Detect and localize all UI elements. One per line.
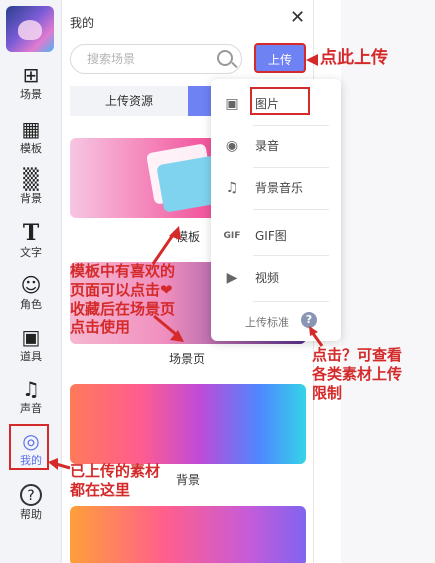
divider: [253, 301, 329, 302]
sidebar-item-sound[interactable]: ♫ 声音: [0, 376, 62, 428]
image-icon: ▣: [225, 96, 239, 112]
search-input[interactable]: [87, 45, 217, 73]
annotation-line: 各类素材上传: [312, 364, 403, 383]
character-icon: ☺: [20, 273, 42, 297]
arrow-icon: [48, 458, 71, 470]
arrow-icon: [153, 314, 184, 342]
menu-item-label: 录音: [255, 139, 280, 153]
menu-item-label: 背景音乐: [255, 181, 304, 195]
canvas-area: [341, 0, 435, 563]
background-icon: ▒: [23, 167, 39, 191]
sidebar-item-label: 文字: [20, 246, 42, 259]
menu-item-record[interactable]: ◉ 录音: [211, 125, 341, 167]
sidebar-item-label: 角色: [20, 298, 42, 311]
menu-item-label: GIF图: [255, 229, 287, 243]
sidebar-item-scene[interactable]: ⊞ 场景: [0, 62, 62, 114]
annotation-line: 页面可以点击❤: [70, 280, 173, 299]
annotation-line: 已上传的素材: [70, 462, 161, 480]
divider: [253, 209, 329, 210]
sidebar-item-label: 帮助: [20, 508, 42, 521]
upload-standard-label: 上传标准: [245, 316, 289, 329]
arrow-icon: [306, 54, 318, 66]
sidebar-item-label: 场景: [20, 88, 42, 101]
app-logo: [6, 6, 54, 52]
sidebar-item-label: 背景: [20, 192, 42, 205]
asset-card-background[interactable]: [70, 384, 306, 464]
sidebar-item-background[interactable]: ▒ 背景: [0, 166, 62, 218]
sidebar-item-help[interactable]: ? 帮助: [0, 482, 62, 534]
template-icon: ▦: [21, 117, 41, 141]
sidebar-item-text[interactable]: T 文字: [0, 220, 62, 272]
annotation-line: 都在这里: [70, 480, 131, 499]
video-icon: ▶: [226, 270, 238, 286]
gif-icon: GIF: [223, 231, 241, 241]
arrow-icon: [151, 226, 181, 265]
asset-card-label: 背景: [176, 473, 201, 487]
search-box: [70, 44, 242, 74]
help-icon: ?: [20, 484, 42, 506]
menu-item-video[interactable]: ▶ 视频: [211, 257, 341, 299]
arrow-icon: [309, 326, 324, 347]
tab-upload-resources[interactable]: 上传资源: [70, 86, 188, 116]
sidebar-item-label: 道具: [20, 350, 42, 363]
panel-title: 我的: [70, 16, 95, 30]
close-icon[interactable]: ✕: [290, 8, 305, 28]
highlight-box-my: [9, 424, 49, 470]
left-sidebar: ⊞ 场景 ▦ 模板 ▒ 背景 T 文字 ☺ 角色 ▣ 道具 ♫ 声音 ◎ 我的 …: [0, 0, 62, 563]
upload-button[interactable]: 上传: [254, 43, 306, 73]
annotation-line: 点击？可查看: [312, 346, 403, 364]
music-icon: ♫: [225, 180, 239, 196]
menu-item-label: 视频: [255, 271, 280, 285]
upload-dropdown-menu: ▣ 图片 ◉ 录音 ♫ 背景音乐 GIF GIF图 ▶ 视频 上传标准 ?: [211, 79, 341, 341]
sidebar-item-label: 模板: [20, 142, 42, 155]
asset-card-label: 场景页: [169, 352, 206, 366]
annotation-upload: 点此上传: [320, 48, 388, 68]
search-icon[interactable]: [217, 50, 233, 66]
asset-card[interactable]: [70, 506, 306, 563]
annotation-my: 已上传的素材 都在这里: [70, 462, 160, 500]
highlight-box-image: [250, 87, 310, 115]
annotation-line: 限制: [312, 383, 343, 402]
props-icon: ▣: [21, 325, 41, 349]
sidebar-item-character[interactable]: ☺ 角色: [0, 272, 62, 324]
menu-item-gif[interactable]: GIF GIF图: [211, 215, 341, 257]
text-icon: T: [22, 220, 40, 246]
sidebar-item-template[interactable]: ▦ 模板: [0, 116, 62, 168]
microphone-icon: ◉: [225, 138, 239, 154]
divider: [253, 255, 329, 256]
sound-icon: ♫: [22, 377, 40, 401]
sidebar-item-label: 声音: [20, 402, 42, 415]
sidebar-item-props[interactable]: ▣ 道具: [0, 324, 62, 376]
menu-item-music[interactable]: ♫ 背景音乐: [211, 167, 341, 209]
grid-icon: ⊞: [22, 63, 40, 87]
annotation-help: 点击？可查看 各类素材上传 限制: [312, 346, 402, 402]
